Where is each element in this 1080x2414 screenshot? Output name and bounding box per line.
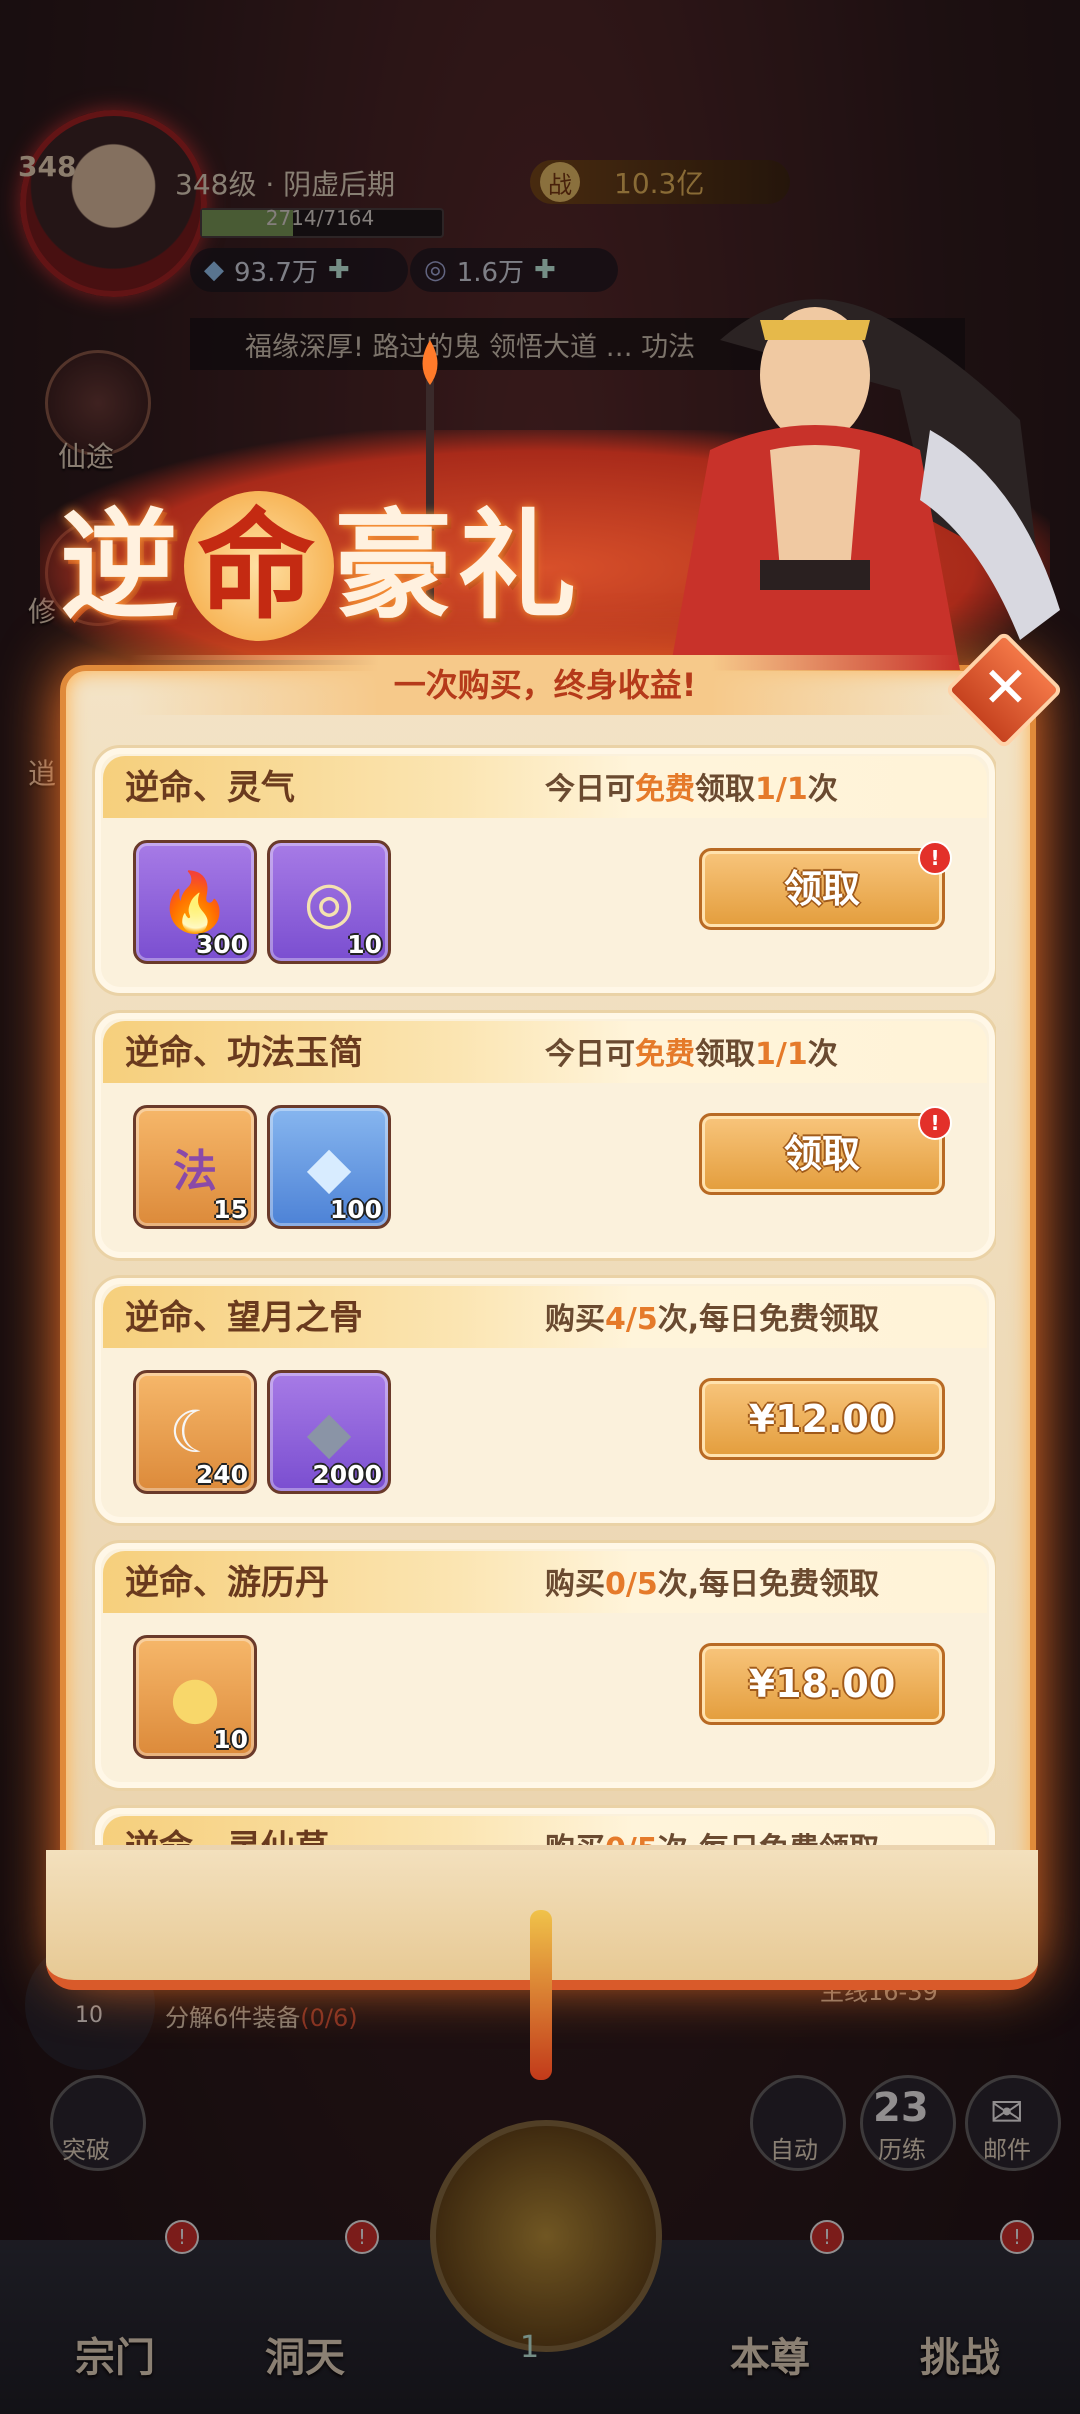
card-title: 逆命、灵仙草: [125, 1820, 329, 1845]
item-ore[interactable]: ◆ 2000: [267, 1370, 391, 1494]
item-jade-slip[interactable]: 法 15: [133, 1105, 257, 1229]
item-spirit-flame[interactable]: 🔥 300: [133, 840, 257, 964]
banner-subtitle: 一次购买，终身收益!: [130, 655, 960, 715]
card-title: 逆命、功法玉简: [125, 1033, 363, 1073]
claim-button[interactable]: 领取!: [699, 841, 952, 930]
gift-list[interactable]: 逆命、灵气 今日可免费领取1/1次 🔥 300 ◎ 10 领取! 逆命、功法玉简 今…: [92, 745, 996, 1845]
card-title: 逆命、游历丹: [125, 1563, 329, 1603]
hero-character: [670, 299, 1060, 670]
item-travel-pill[interactable]: ● 10: [133, 1635, 257, 1759]
banner-title: 逆命豪礼: [60, 470, 582, 641]
gift-card-herb: 逆命、灵仙草 购买0/5次,每日免费领取: [92, 1805, 996, 1845]
claim-button[interactable]: 领取!: [699, 1106, 952, 1195]
card-title: 逆命、灵气: [125, 768, 295, 808]
alert-badge: !: [918, 841, 952, 875]
card-info: 购买0/5次,每日免费领取: [545, 1567, 880, 1602]
item-bone[interactable]: ☾ 240: [133, 1370, 257, 1494]
card-info: 购买0/5次,每日免费领取: [545, 1824, 879, 1845]
buy-button[interactable]: ¥18.00: [699, 1643, 945, 1725]
card-title: 逆命、望月之骨: [125, 1298, 363, 1338]
gift-card-gongfa: 逆命、功法玉简 今日可免费领取1/1次 法 15 ◆ 100 领取!: [92, 1010, 996, 1261]
buy-button[interactable]: ¥12.00: [699, 1378, 945, 1460]
item-compass[interactable]: ◎ 10: [267, 840, 391, 964]
card-info: 购买4/5次,每日免费领取: [545, 1302, 880, 1337]
tassel-ornament: [530, 1910, 552, 2080]
gift-card-pill: 逆命、游历丹 购买0/5次,每日免费领取 ● 10 ¥18.00: [92, 1540, 996, 1791]
gift-card-lingqi: 逆命、灵气 今日可免费领取1/1次 🔥 300 ◎ 10 领取!: [92, 745, 996, 996]
alert-badge: !: [918, 1106, 952, 1140]
close-icon: ✕: [981, 655, 1029, 721]
card-info: 今日可免费领取1/1次: [545, 772, 838, 807]
item-crystal[interactable]: ◆ 100: [267, 1105, 391, 1229]
gift-card-moonbone: 逆命、望月之骨 购买4/5次,每日免费领取 ☾ 240 ◆ 2000 ¥12.00: [92, 1275, 996, 1526]
card-info: 今日可免费领取1/1次: [545, 1037, 838, 1072]
